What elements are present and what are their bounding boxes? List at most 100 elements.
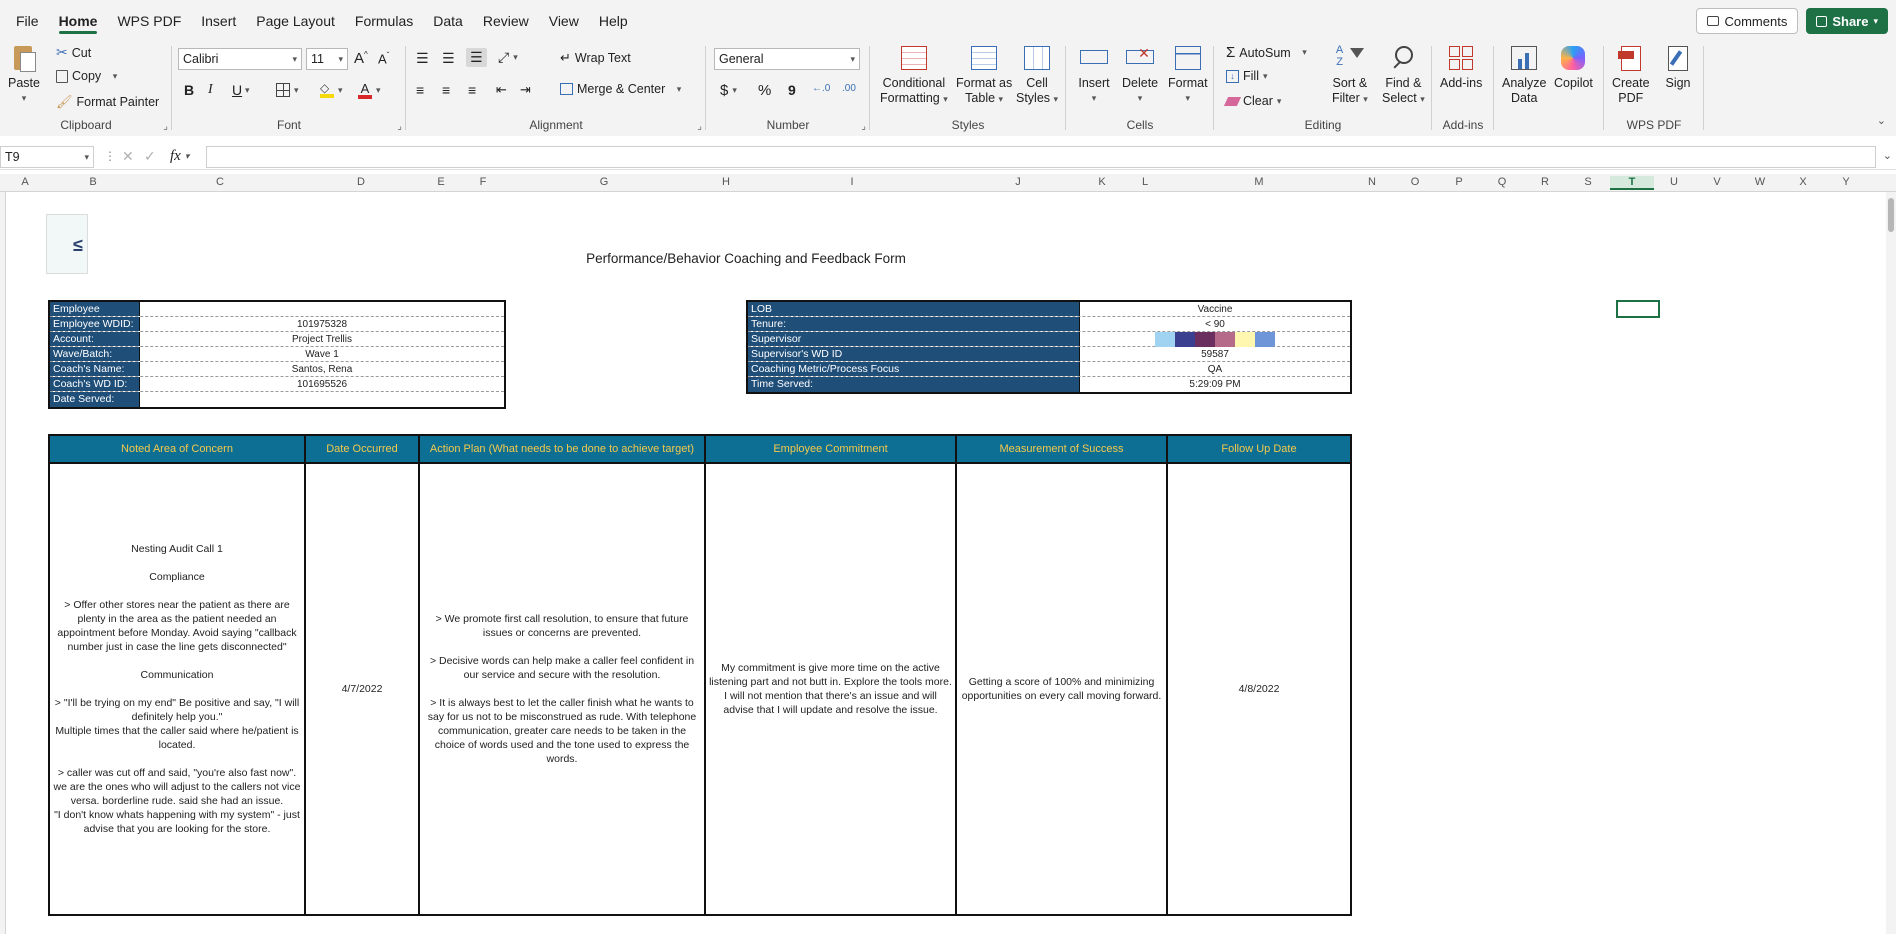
insert-function-button[interactable]: fx ▾ <box>170 148 189 165</box>
shrink-font-button[interactable]: Aˇ <box>378 51 389 66</box>
info-value[interactable]: 101975328 <box>140 317 504 331</box>
column-header-m[interactable]: M <box>1252 176 1266 188</box>
tab-formulas[interactable]: Formulas <box>345 0 423 40</box>
cut-button[interactable]: ✂ Cut <box>56 44 91 61</box>
format-as-table-button[interactable]: Format as Table ▾ <box>956 44 1012 107</box>
collapse-ribbon-button[interactable]: ⌄ <box>1877 114 1886 127</box>
align-right-button[interactable]: ≡ <box>468 82 476 98</box>
tab-page-layout[interactable]: Page Layout <box>246 0 345 40</box>
tab-help[interactable]: Help <box>589 0 638 40</box>
column-header-i[interactable]: I <box>845 176 859 188</box>
column-header-h[interactable]: H <box>719 176 733 188</box>
share-button[interactable]: Share ▾ <box>1806 8 1888 34</box>
column-header-u[interactable]: U <box>1667 176 1681 188</box>
grow-font-button[interactable]: A^ <box>354 50 368 67</box>
underline-dropdown[interactable]: ▾ <box>245 85 250 96</box>
borders-button[interactable]: ▾ <box>276 83 299 97</box>
align-left-button[interactable]: ≡ <box>416 82 424 98</box>
column-header-n[interactable]: N <box>1365 176 1379 188</box>
font-name-select[interactable]: Calibri ▾ <box>178 48 302 70</box>
column-header-k[interactable]: K <box>1095 176 1109 188</box>
info-value[interactable]: Project Trellis <box>140 332 504 346</box>
align-center-button[interactable]: ≡ <box>442 82 450 98</box>
align-top-button[interactable]: ☰ <box>416 50 429 67</box>
column-header-o[interactable]: O <box>1408 176 1422 188</box>
align-middle-button[interactable]: ☰ <box>442 50 455 67</box>
column-header-l[interactable]: L <box>1138 176 1152 188</box>
column-header-y[interactable]: Y <box>1839 176 1853 188</box>
italic-button[interactable]: I <box>208 82 213 98</box>
cell-action-plan[interactable]: > We promote first call resolution, to e… <box>420 464 706 914</box>
insert-cells-button[interactable]: Insert ▾ <box>1078 44 1110 106</box>
column-header-g[interactable]: G <box>597 176 611 188</box>
underline-button[interactable]: U <box>232 82 242 98</box>
paste-button[interactable]: Paste ▾ <box>8 44 40 106</box>
orientation-button[interactable]: ⤢ ▾ <box>498 49 518 66</box>
delete-cells-button[interactable]: ✕ Delete ▾ <box>1122 44 1158 106</box>
info-value[interactable]: Santos, Rena <box>140 362 504 376</box>
format-cells-button[interactable]: Format ▾ <box>1168 44 1208 106</box>
column-header-b[interactable]: B <box>86 176 100 188</box>
copilot-button[interactable]: Copilot <box>1554 44 1593 91</box>
wrap-text-button[interactable]: ↵ Wrap Text <box>560 50 631 66</box>
sort-filter-button[interactable]: AZ Sort & Filter ▾ <box>1332 44 1368 107</box>
column-header-f[interactable]: F <box>476 176 490 188</box>
tab-data[interactable]: Data <box>423 0 473 40</box>
tab-file[interactable]: File <box>6 0 49 40</box>
column-header-s[interactable]: S <box>1581 176 1595 188</box>
increase-indent-button[interactable]: ⇥ <box>520 82 531 98</box>
dialog-launcher-icon[interactable]: ⌟ <box>861 121 866 132</box>
column-header-j[interactable]: J <box>1011 176 1025 188</box>
autosum-button[interactable]: Σ AutoSum ▾ <box>1226 44 1307 61</box>
info-value[interactable]: 101695526 <box>140 377 504 391</box>
column-header-c[interactable]: C <box>213 176 227 188</box>
dialog-launcher-icon[interactable]: ⌟ <box>697 121 702 132</box>
cell-date-occurred[interactable]: 4/7/2022 <box>306 464 420 914</box>
font-color-button[interactable]: A ▾ <box>358 82 381 99</box>
align-bottom-button[interactable]: ☰ <box>466 48 487 67</box>
currency-button[interactable]: $ ▾ <box>720 82 737 99</box>
cell-noted-area-of-concern[interactable]: Nesting Audit Call 1 Compliance > Offer … <box>50 464 306 914</box>
tab-insert[interactable]: Insert <box>191 0 246 40</box>
expand-formula-bar-icon[interactable]: ⌄ <box>1883 149 1892 162</box>
copy-button[interactable]: Copy ▾ <box>56 69 117 83</box>
create-pdf-button[interactable]: Create PDF <box>1612 44 1650 106</box>
analyze-data-button[interactable]: Analyze Data <box>1502 44 1546 106</box>
info-value[interactable]: Vaccine <box>1080 302 1350 316</box>
column-header-t[interactable]: T <box>1610 176 1654 190</box>
info-value[interactable]: 5:29:09 PM <box>1080 377 1350 392</box>
comments-button[interactable]: Comments <box>1696 8 1799 34</box>
info-value[interactable] <box>140 392 504 407</box>
scrollbar-thumb[interactable] <box>1888 198 1894 232</box>
info-value[interactable] <box>140 302 504 316</box>
info-value[interactable]: 59587 <box>1080 347 1350 361</box>
column-header-a[interactable]: A <box>18 176 32 188</box>
decrease-indent-button[interactable]: ⇤ <box>496 82 507 98</box>
dialog-launcher-icon[interactable]: ⌟ <box>163 121 168 132</box>
header-noted-area-of-concern[interactable]: Noted Area of Concern <box>50 436 306 462</box>
fill-button[interactable]: ↓ Fill ▾ <box>1226 69 1268 83</box>
addins-button[interactable]: Add-ins <box>1440 44 1482 91</box>
clear-button[interactable]: Clear ▾ <box>1223 94 1281 108</box>
header-action-plan[interactable]: Action Plan (What needs to be done to ac… <box>420 436 706 462</box>
column-header-p[interactable]: P <box>1452 176 1466 188</box>
worksheet[interactable]: ≤ Performance/Behavior Coaching and Feed… <box>6 192 1886 934</box>
column-header-w[interactable]: W <box>1753 176 1767 188</box>
column-header-v[interactable]: V <box>1710 176 1724 188</box>
column-header-q[interactable]: Q <box>1495 176 1509 188</box>
info-value[interactable]: Wave 1 <box>140 347 504 361</box>
info-value[interactable]: < 90 <box>1080 317 1350 331</box>
format-painter-button[interactable]: 🖌 Format Painter <box>56 94 159 110</box>
find-select-button[interactable]: Find & Select ▾ <box>1382 44 1425 107</box>
info-value[interactable]: QA <box>1080 362 1350 376</box>
confirm-entry-icon[interactable]: ✓ <box>144 148 156 165</box>
column-header-r[interactable]: R <box>1538 176 1552 188</box>
tab-wps-pdf[interactable]: WPS PDF <box>107 0 191 40</box>
active-cell-selection[interactable] <box>1616 300 1660 318</box>
column-header-d[interactable]: D <box>354 176 368 188</box>
cancel-entry-icon[interactable]: ✕ <box>122 148 134 165</box>
formula-input[interactable] <box>206 146 1876 168</box>
formula-options-icon[interactable]: ⋮ <box>104 149 116 163</box>
cell-styles-button[interactable]: Cell Styles ▾ <box>1016 44 1058 107</box>
bold-button[interactable]: B <box>184 82 194 98</box>
